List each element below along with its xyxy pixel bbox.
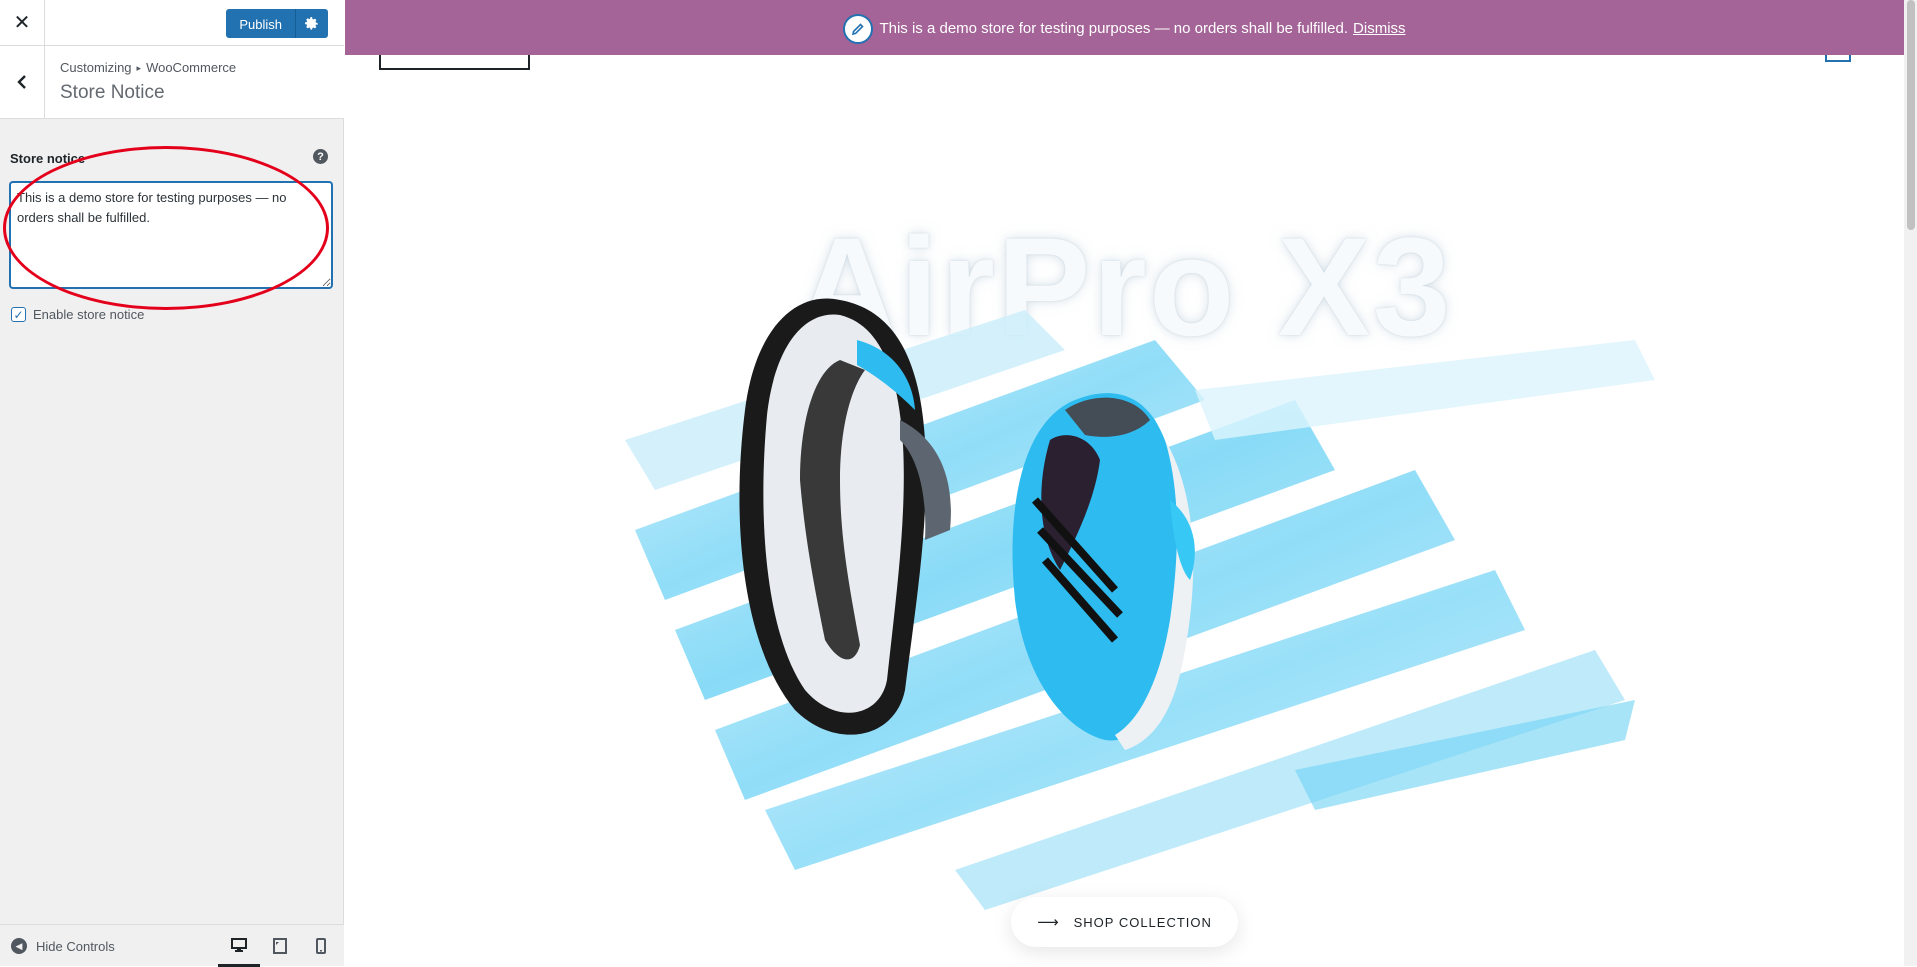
store-notice-label: Store notice bbox=[10, 151, 86, 166]
preview-desktop-button[interactable] bbox=[218, 925, 260, 967]
preview-mobile-button[interactable] bbox=[300, 925, 342, 967]
publish-button[interactable]: Publish bbox=[226, 9, 295, 38]
right-shoe bbox=[1012, 393, 1195, 750]
chevron-left-icon bbox=[17, 75, 26, 89]
breadcrumb-item: Customizing bbox=[60, 60, 132, 75]
breadcrumb: Customizing ▸ WooCommerce bbox=[60, 60, 236, 75]
edit-shortcut-pencil-icon[interactable] bbox=[843, 13, 874, 44]
publish-settings-button[interactable] bbox=[295, 9, 328, 38]
breadcrumb-item: WooCommerce bbox=[146, 60, 237, 75]
shop-collection-button[interactable]: ⟶ SHOP COLLECTION bbox=[1011, 897, 1238, 947]
hero-sneakers-image bbox=[625, 298, 1655, 910]
section-header: Customizing ▸ WooCommerce Store Notice bbox=[0, 46, 344, 119]
publish-group: Publish bbox=[226, 9, 328, 38]
shop-collection-label: SHOP COLLECTION bbox=[1073, 914, 1212, 930]
store-notice-text: This is a demo store for testing purpose… bbox=[879, 19, 1349, 37]
gear-icon bbox=[305, 16, 318, 30]
enable-store-notice-label[interactable]: Enable store notice bbox=[33, 307, 144, 322]
dismiss-link[interactable]: Dismiss bbox=[1353, 20, 1406, 37]
store-notice-textarea[interactable]: This is a demo store for testing purpose… bbox=[10, 182, 332, 288]
store-notice-banner: This is a demo store for testing purpose… bbox=[345, 0, 1904, 55]
site-preview: This is a demo store for testing purpose… bbox=[345, 0, 1904, 966]
close-customizer-button[interactable]: ✕ bbox=[0, 0, 45, 45]
desktop-icon bbox=[231, 937, 247, 952]
breadcrumb-separator-icon: ▸ bbox=[136, 63, 142, 73]
back-button[interactable] bbox=[0, 46, 45, 118]
arrow-right-icon: ⟶ bbox=[1037, 914, 1060, 931]
customizer-header: ✕ Publish bbox=[0, 0, 344, 46]
hide-controls-label: Hide Controls bbox=[36, 938, 115, 954]
customizer-footer: ◀ Hide Controls bbox=[0, 924, 344, 967]
checkmark-icon: ✓ bbox=[13, 307, 24, 322]
preview-tablet-button[interactable] bbox=[259, 925, 301, 967]
close-icon: ✕ bbox=[13, 12, 31, 34]
mobile-icon bbox=[316, 938, 326, 954]
scrollbar-thumb[interactable] bbox=[1907, 0, 1915, 230]
menu-toggle[interactable] bbox=[1825, 55, 1851, 62]
enable-store-notice-checkbox[interactable]: ✓ bbox=[11, 307, 26, 322]
hide-controls-button[interactable]: ◀ Hide Controls bbox=[11, 938, 115, 954]
help-icon[interactable]: ? bbox=[313, 149, 328, 164]
collapse-icon: ◀ bbox=[11, 938, 27, 954]
site-logo[interactable] bbox=[379, 55, 530, 70]
tablet-icon bbox=[273, 938, 287, 954]
customizer-sidebar: ✕ Publish Customizing ▸ WooCommerce Store … bbox=[0, 0, 344, 967]
preview-scrollbar[interactable] bbox=[1904, 0, 1917, 966]
section-title: Store Notice bbox=[60, 82, 165, 103]
